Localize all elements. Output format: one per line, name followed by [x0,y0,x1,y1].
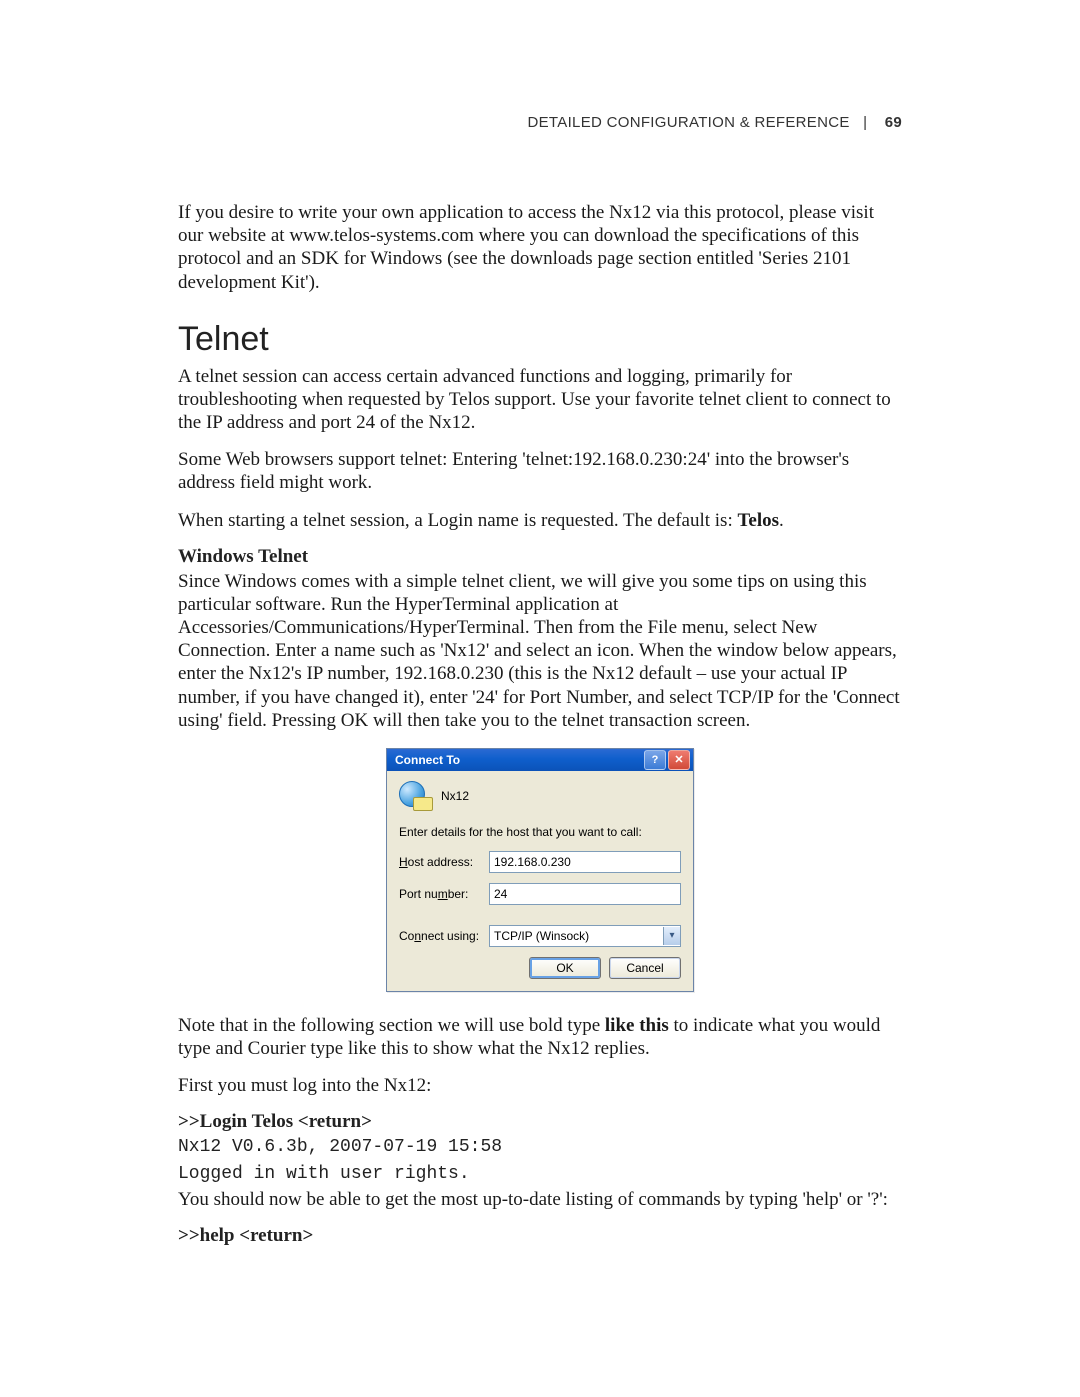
dialog-body: Nx12 Enter details for the host that you… [387,771,693,991]
host-address-label: Host address: [399,855,481,869]
host-address-row: Host address: [399,851,681,873]
page-header: DETAILED CONFIGURATION & REFERENCE | 69 [178,114,902,131]
reply-line-2: Logged in with user rights. [178,1162,902,1186]
dialog-figure: Connect To ? ✕ Nx12 Enter details for th [178,748,902,992]
dialog-button-row: OK Cancel [399,957,681,979]
connection-name-label: Nx12 [441,789,469,803]
telnet-paragraph-2: Some Web browsers support telnet: Enteri… [178,448,902,494]
telnet-paragraph-1: A telnet session can access certain adva… [178,365,902,435]
connection-icon [399,781,433,811]
connect-using-select[interactable]: TCP/IP (Winsock) ▾ [489,925,681,947]
connect-to-dialog: Connect To ? ✕ Nx12 Enter details for th [386,748,694,992]
connect-label-post: nect using: [421,929,479,943]
connect-label-pre: Co [399,929,414,943]
dialog-titlebar: Connect To ? ✕ [387,749,693,771]
chevron-down-icon: ▾ [663,927,680,945]
first-login-line: First you must log into the Nx12: [178,1074,902,1097]
telnet-p3-pre: When starting a telnet session, a Login … [178,510,737,531]
page-number: 69 [885,114,902,131]
close-button[interactable]: ✕ [668,750,690,770]
telnet-p3-post: . [779,510,784,531]
host-label-rest: ost address: [408,855,473,869]
port-number-label: Port number: [399,887,481,901]
ok-button[interactable]: OK [529,957,601,979]
note-pre: Note that in the following section we wi… [178,1015,605,1036]
reply-line-1: Nx12 V0.6.3b, 2007-07-19 15:58 [178,1135,902,1159]
note-bold: like this [605,1015,669,1036]
help-button[interactable]: ? [644,750,666,770]
connect-using-value: TCP/IP (Winsock) [494,929,589,943]
help-line: You should now be able to get the most u… [178,1188,902,1211]
connect-using-label: Connect using: [399,929,481,943]
windows-telnet-paragraph: Since Windows comes with a simple telnet… [178,570,902,732]
dialog-title: Connect To [395,753,460,767]
port-label-ul: m [438,887,448,901]
dialog-instruction: Enter details for the host that you want… [399,825,681,839]
section-heading-telnet: Telnet [178,320,902,359]
telnet-paragraph-3: When starting a telnet session, a Login … [178,509,902,532]
port-label-pre: Port nu [399,887,438,901]
phone-icon [413,797,433,811]
header-section: DETAILED CONFIGURATION & REFERENCE [528,114,850,131]
port-number-row: Port number: [399,883,681,905]
telnet-p3-bold: Telos [737,510,779,531]
connect-using-row: Connect using: TCP/IP (Winsock) ▾ [399,925,681,947]
close-icon: ✕ [674,753,683,766]
windows-telnet-subhead: Windows Telnet [178,546,902,568]
header-separator: | [863,114,867,131]
cancel-button[interactable]: Cancel [609,957,681,979]
host-address-input[interactable] [489,851,681,873]
host-label-ul: H [399,855,408,869]
port-label-post: ber: [448,887,469,901]
help-command: >>help <return> [178,1225,902,1247]
titlebar-buttons: ? ✕ [644,750,690,770]
port-number-input[interactable] [489,883,681,905]
connection-icon-row: Nx12 [399,781,681,811]
document-page: DETAILED CONFIGURATION & REFERENCE | 69 … [0,0,1080,1329]
login-command: >>Login Telos <return> [178,1111,902,1133]
intro-paragraph: If you desire to write your own applicat… [178,201,902,294]
note-paragraph: Note that in the following section we wi… [178,1014,902,1060]
